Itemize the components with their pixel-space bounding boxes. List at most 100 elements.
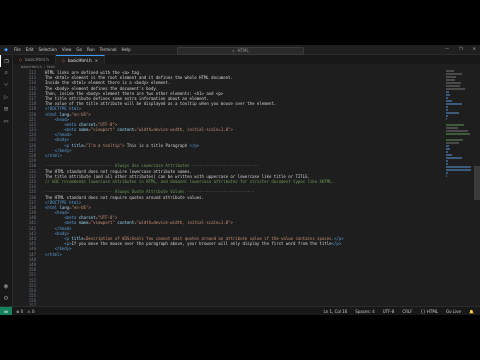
activity-bar: ❐ ⌕ ⑂ ▷ ⊞ ▭ ◉ ⚙: [0, 55, 13, 306]
menu-file[interactable]: File: [14, 47, 21, 52]
errors-count[interactable]: ⊗ 0: [16, 309, 23, 314]
line-ending[interactable]: CRLF: [402, 309, 412, 314]
vertical-scrollbar[interactable]: [474, 70, 480, 306]
minimap-line: [446, 76, 456, 78]
notifications-icon[interactable]: 🔔: [469, 309, 474, 314]
minimap-line: [446, 127, 458, 129]
search-label: HTML: [237, 48, 249, 53]
tab-basichtml-1[interactable]: ◇ basicHtml.h: [13, 55, 56, 64]
run-debug-icon[interactable]: ▷: [0, 91, 12, 103]
minimap-line: [446, 160, 448, 162]
maximize-icon[interactable]: ❐: [459, 46, 463, 51]
account-icon[interactable]: ◉: [0, 280, 12, 292]
status-bar: ⋈ ⊗ 0 ⚠ 0 Ln 1, Col 16 Spaces: 4 UTF-8 CRLF {…: [0, 306, 480, 315]
menu-selection[interactable]: Selection: [38, 47, 56, 52]
code-token: title: [71, 142, 84, 148]
vscode-window: ◆ File Edit Selection View Go Run Terminal Help…: [0, 45, 480, 315]
code-token: ="width=device-width, initial-scale=1.0"…: [134, 220, 233, 226]
title-bar: ◆ File Edit Selection View Go Run Terminal Help…: [0, 45, 480, 55]
code-token: </p>: [331, 241, 342, 247]
menu-run[interactable]: Run: [87, 47, 95, 52]
source-control-icon[interactable]: ⑂: [0, 79, 12, 91]
minimap-line: [446, 103, 462, 105]
minimap-line: [446, 85, 460, 87]
minimap-line: [446, 82, 461, 84]
language-mode[interactable]: {} HTML: [421, 309, 439, 314]
menu-go[interactable]: Go: [76, 47, 82, 52]
minimap-line: [446, 166, 471, 168]
menu-view[interactable]: View: [62, 47, 72, 52]
close-tab-icon[interactable]: ✕: [95, 58, 98, 63]
html-file-icon: ◇: [61, 57, 65, 63]
code-token: ="en-US">: [69, 204, 91, 210]
minimap-line: [446, 175, 447, 177]
window-controls: — ❐ ✕: [445, 46, 476, 51]
tab-label: basicHtml.h: [25, 57, 49, 62]
minimap-line: [446, 169, 471, 171]
code-token: ="viewport": [88, 220, 118, 226]
minimap-line: [446, 91, 449, 93]
tab-label: basicHtml.h: [67, 57, 92, 63]
minimap-line: [446, 142, 459, 144]
minimap-line: [446, 157, 462, 159]
minimap-line: [446, 172, 448, 174]
menu-bar: File Edit Selection View Go Run Terminal Help: [14, 47, 136, 52]
minimap-line: [446, 148, 450, 150]
minimap-line: [446, 118, 447, 120]
breadcrumb-file[interactable]: basicHtml.h: [21, 65, 42, 69]
files-icon[interactable]: ❐: [0, 55, 12, 67]
minimap-line: [446, 124, 464, 126]
minimap-line: [446, 151, 448, 153]
menu-terminal[interactable]: Terminal: [100, 47, 117, 52]
minimap-line: [446, 106, 448, 108]
status-left: ⊗ 0 ⚠ 0: [16, 309, 35, 314]
warnings-count[interactable]: ⚠ 0: [27, 309, 34, 314]
line-number-gutter: 112 113 114 115 116 117 118 119 120 121 122 123 124 1…: [13, 70, 39, 314]
editor-tabs: ◇ basicHtml.h ◇ basicHtml.h ✕: [13, 55, 480, 64]
extensions-icon[interactable]: ⊞: [0, 103, 12, 115]
code-editor[interactable]: HTML links are defined with the <a> tag.…: [45, 70, 445, 306]
minimap-line: [446, 133, 470, 135]
minimap-line: [446, 94, 450, 96]
remote-icon[interactable]: ▭: [0, 115, 12, 127]
vscode-logo-icon: ◆: [4, 46, 8, 53]
code-token: </html>: [45, 153, 62, 158]
command-center-search[interactable]: ⌕ HTML: [177, 46, 304, 55]
settings-gear-icon[interactable]: ⚙: [0, 292, 12, 304]
cursor-position[interactable]: Ln 1, Col 16: [323, 309, 347, 314]
code-token: This is a title Paragraph: [124, 142, 190, 148]
minimap-line: [446, 130, 468, 132]
minimize-icon[interactable]: —: [445, 46, 449, 51]
scrollbar-thumb[interactable]: [474, 166, 480, 200]
breadcrumb-symbol[interactable]: html: [47, 65, 55, 69]
code-token: name: [78, 127, 89, 133]
minimap-line: [446, 109, 448, 111]
code-token: ="I'm a tooltip">: [83, 142, 125, 148]
status-right: Ln 1, Col 16 Spaces: 4 UTF-8 CRLF {} HTML Go …: [323, 309, 474, 314]
code-token: ="viewport": [88, 127, 118, 133]
minimap-line: [446, 79, 455, 81]
indentation[interactable]: Spaces: 4: [355, 309, 374, 314]
code-token: If you move the mouse over the paragraph…: [71, 241, 332, 247]
code-token: ="width=device-width, initial-scale=1.0"…: [134, 127, 233, 133]
close-icon[interactable]: ✕: [473, 46, 476, 51]
encoding[interactable]: UTF-8: [383, 309, 395, 314]
minimap-line: [446, 97, 448, 99]
menu-help[interactable]: Help: [122, 47, 131, 52]
code-token: name: [78, 220, 89, 226]
remote-indicator-icon[interactable]: ⋈: [0, 307, 12, 315]
code-token: content: [117, 220, 135, 226]
code-token: </p>: [189, 142, 200, 148]
code-token: content: [117, 127, 135, 133]
minimap-line: [446, 139, 463, 141]
minimap-line: [446, 115, 448, 117]
menu-edit[interactable]: Edit: [26, 47, 34, 52]
go-live-button[interactable]: Go Live: [446, 309, 461, 314]
tab-basichtml-2[interactable]: ◇ basicHtml.h ✕: [55, 55, 106, 64]
code-token: </html>: [45, 251, 62, 257]
search-icon[interactable]: ⌕: [0, 67, 12, 79]
minimap[interactable]: [446, 70, 474, 306]
minimap-line: [446, 163, 448, 165]
search-icon: ⌕: [232, 48, 235, 53]
minimap-line: [446, 154, 452, 156]
